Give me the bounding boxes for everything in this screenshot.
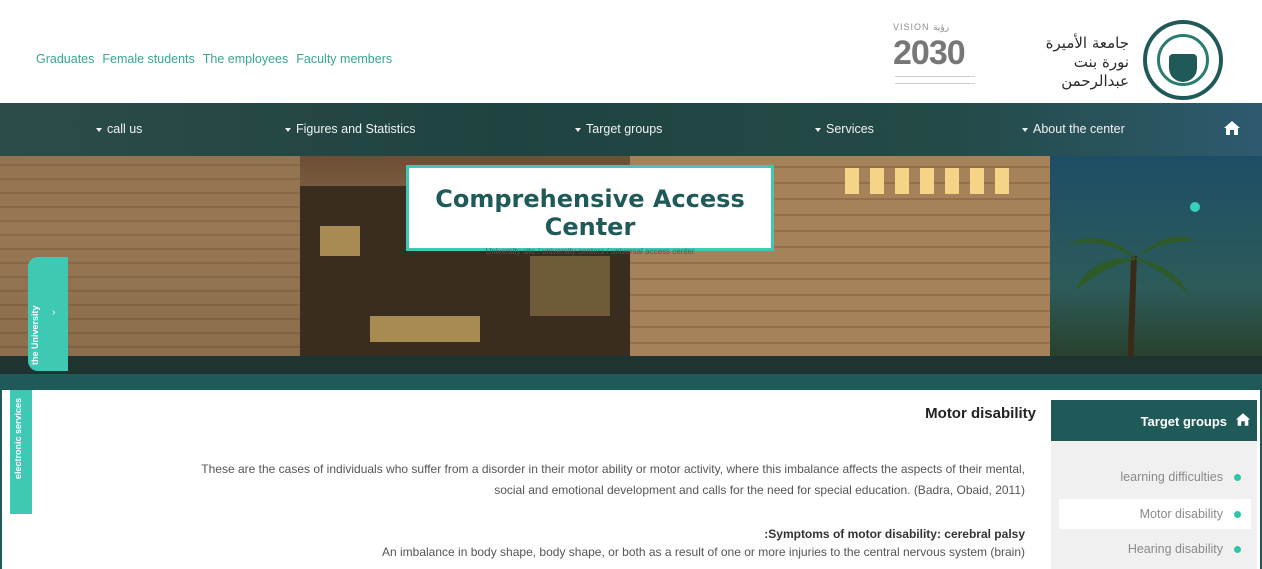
sidebar-item-hearing-disability[interactable]: Hearing disability [1059, 534, 1251, 564]
page-title: Motor disability [925, 405, 1036, 422]
hero-lamp [995, 168, 1009, 194]
link-graduates[interactable]: Graduates [36, 52, 94, 66]
sidebar-item-learning-difficulties[interactable]: learning difficulties [1059, 462, 1251, 492]
hero-window [370, 316, 480, 342]
sidebar-item-motor-disability[interactable]: Motor disability [1059, 499, 1251, 529]
hero-title: Comprehensive Access Center [435, 185, 745, 241]
sidebar-item-label: Motor disability [1139, 507, 1223, 521]
vision-2030-logo[interactable]: VISION رؤية 2030 [893, 22, 988, 88]
hero-window [320, 226, 360, 256]
nav-services-label: Services [826, 122, 874, 136]
nav-target-groups-label: Target groups [586, 122, 663, 136]
bullet-dot-icon [1234, 546, 1241, 553]
content-subheading: :Symptoms of motor disability: cerebral … [764, 527, 1025, 541]
chevron-right-icon: › [52, 307, 56, 318]
the-university-tab-label: the University [30, 305, 40, 365]
caret-down-icon [96, 127, 102, 132]
vision-logo-top-text: VISION رؤية [893, 22, 950, 32]
top-header: Graduates Female students The employees … [0, 0, 1262, 103]
home-icon[interactable] [1235, 412, 1251, 427]
caret-down-icon [575, 127, 581, 132]
caret-down-icon [285, 127, 291, 132]
sidebar-item-label: learning difficulties [1120, 470, 1223, 484]
university-name: جامعة الأميرة نورة بنت عبدالرحمن [1003, 34, 1129, 91]
hero-lamp [970, 168, 984, 194]
hero-window [530, 256, 610, 316]
content-paragraph-2: An imbalance in body shape, body shape, … [381, 545, 1025, 559]
bullet-dot-icon [1234, 511, 1241, 518]
electronic-services-tab[interactable]: electronic services [10, 390, 32, 514]
content-paragraph: These are the cases of individuals who s… [201, 462, 1025, 497]
university-logo[interactable] [1143, 20, 1223, 100]
hero-title-box: Comprehensive Access Center University s… [406, 165, 774, 256]
breadcrumb[interactable]: University site / university centers / u… [409, 247, 771, 256]
link-faculty-members[interactable]: Faculty members [296, 52, 392, 66]
bullet-dot-icon [1234, 474, 1241, 481]
nav-target-groups[interactable]: Target groups [575, 122, 662, 136]
electronic-services-label: electronic services [13, 398, 23, 480]
nav-figures-statistics[interactable]: Figures and Statistics [285, 122, 416, 136]
palm-tree-icon [1065, 236, 1195, 374]
logo-core-shape [1169, 54, 1197, 82]
hero-lamp [895, 168, 909, 194]
nav-call-us-label: call us [107, 122, 143, 136]
section-divider [0, 374, 1262, 390]
main-nav: call us Figures and Statistics Target gr… [0, 103, 1262, 156]
hero-lamp [870, 168, 884, 194]
university-name-line2: نورة بنت عبدالرحمن [1061, 53, 1129, 90]
nav-about-label: About the center [1033, 122, 1125, 136]
nav-about-center[interactable]: About the center [1022, 122, 1125, 136]
caret-down-icon [1022, 127, 1028, 132]
vision-logo-year: 2030 [893, 34, 966, 72]
hero-lamp [920, 168, 934, 194]
audience-links: Graduates Female students The employees … [36, 52, 392, 66]
hero-lamp [845, 168, 859, 194]
nav-figures-label: Figures and Statistics [296, 122, 416, 136]
the-university-tab[interactable]: the University › [28, 257, 68, 371]
university-name-line1: جامعة الأميرة [1045, 34, 1129, 52]
sidebar-heading: Target groups [1051, 400, 1257, 441]
hero-ground [0, 356, 1262, 374]
nav-services[interactable]: Services [815, 122, 874, 136]
home-icon[interactable] [1223, 120, 1241, 136]
slider-dot[interactable] [1190, 202, 1200, 212]
link-employees[interactable]: The employees [203, 52, 288, 66]
sidebar-heading-label: Target groups [1140, 414, 1227, 429]
caret-down-icon [815, 127, 821, 132]
vision-logo-underline [895, 76, 975, 84]
sidebar-item-label: Hearing disability [1127, 542, 1223, 556]
nav-call-us[interactable]: call us [96, 122, 142, 136]
link-female-students[interactable]: Female students [102, 52, 194, 66]
hero-lamp [945, 168, 959, 194]
